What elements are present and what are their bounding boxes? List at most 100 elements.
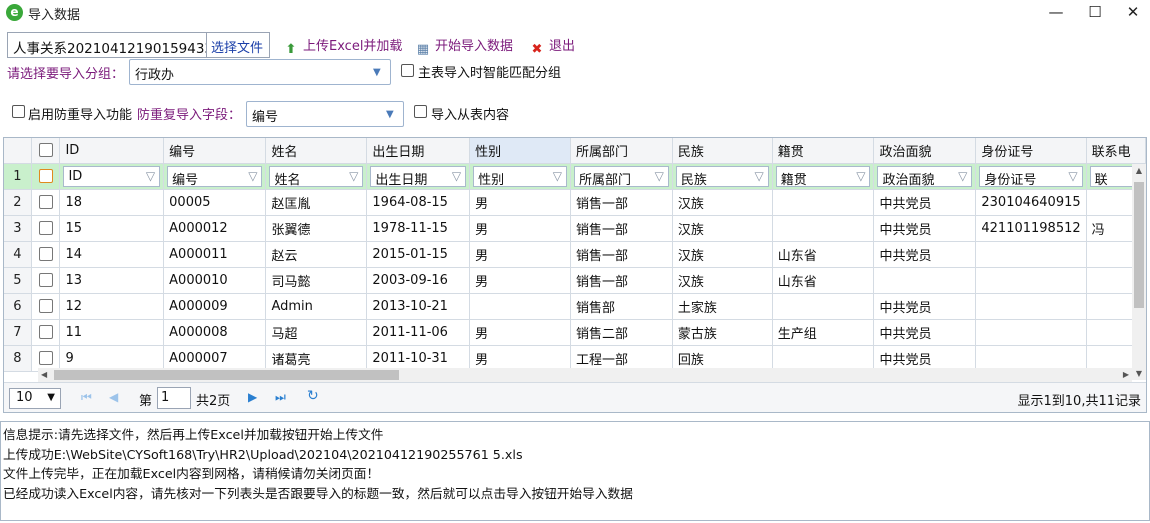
close-button[interactable]: ✕ bbox=[1116, 0, 1150, 26]
row-checkbox[interactable] bbox=[38, 299, 53, 313]
row-checkbox[interactable] bbox=[38, 273, 53, 287]
column-header[interactable]: 籍贯 bbox=[772, 138, 875, 164]
row-checkbox[interactable] bbox=[38, 247, 53, 261]
table-cell: 马超 bbox=[265, 319, 368, 346]
filter-cell: 性别 ▽ bbox=[469, 163, 571, 190]
scroll-down-icon[interactable]: ▼ bbox=[1132, 369, 1146, 378]
table-row[interactable]: 6 12 A000009 Admin 2013-10-21 销售部 土家族 中共党员 bbox=[4, 293, 1146, 320]
data-grid[interactable]: ID 编号 姓名 出生日期 性别 所属部门 民族 籍贯 政治面貌 身份证号 联系电 1 ID ▽ 编号 ▽… bbox=[3, 137, 1147, 413]
row-select-cell[interactable] bbox=[31, 319, 61, 346]
next-page-icon[interactable]: ▶ bbox=[248, 390, 257, 404]
filter-input[interactable]: 籍贯 ▽ bbox=[775, 165, 871, 188]
minimize-button[interactable]: — bbox=[1039, 0, 1073, 26]
column-header[interactable]: 联系电 bbox=[1086, 138, 1146, 164]
filter-funnel-icon[interactable]: ▽ bbox=[958, 169, 967, 183]
horizontal-scrollbar[interactable]: ◀ ▶ bbox=[38, 368, 1132, 382]
vertical-scrollbar[interactable]: ▲ ▼ bbox=[1132, 164, 1146, 380]
dedupe-field-select[interactable]: 编号 ▼ bbox=[246, 101, 404, 127]
filter-funnel-icon[interactable]: ▽ bbox=[755, 169, 764, 183]
choose-file-button[interactable]: 选择文件 bbox=[207, 32, 270, 58]
column-header[interactable]: 身份证号 bbox=[975, 138, 1087, 164]
table-row[interactable]: 5 13 A000010 司马懿 2003-09-16 男销售一部 汉族 山东省 bbox=[4, 267, 1146, 294]
column-header[interactable]: 出生日期 bbox=[366, 138, 471, 164]
upload-excel-button[interactable]: ⬆ 上传Excel并加载 bbox=[283, 35, 403, 57]
filter-funnel-icon[interactable]: ▽ bbox=[1068, 169, 1077, 183]
column-header[interactable]: 编号 bbox=[163, 138, 267, 164]
vertical-scroll-thumb[interactable] bbox=[1134, 182, 1144, 308]
table-row[interactable]: 3 15 A000012 张翼德 1978-11-15 男销售一部 汉族 中共党员 421101… bbox=[4, 215, 1146, 242]
filter-funnel-icon[interactable]: ▽ bbox=[553, 169, 562, 183]
column-header[interactable]: 民族 bbox=[672, 138, 773, 164]
column-header[interactable]: 政治面貌 bbox=[873, 138, 977, 164]
column-header[interactable]: 所属部门 bbox=[570, 138, 673, 164]
file-path-field[interactable]: 人事关系20210412190159433.xls bbox=[7, 32, 207, 58]
filter-funnel-icon[interactable]: ▽ bbox=[248, 169, 257, 183]
table-cell: 00005 bbox=[163, 189, 267, 216]
first-page-icon[interactable]: ⏮ bbox=[81, 390, 92, 405]
upload-excel-label: 上传Excel并加载 bbox=[303, 39, 403, 54]
filter-input[interactable]: 编号 ▽ bbox=[167, 165, 263, 188]
scroll-right-icon[interactable]: ▶ bbox=[1123, 368, 1129, 382]
column-header[interactable]: ID bbox=[59, 138, 165, 164]
scroll-left-icon[interactable]: ◀ bbox=[41, 368, 47, 382]
maximize-button[interactable]: ☐ bbox=[1078, 0, 1112, 26]
enable-dedupe-checkbox[interactable] bbox=[12, 105, 25, 118]
row-number: 3 bbox=[4, 215, 32, 242]
filter-input[interactable]: 所属部门 ▽ bbox=[573, 165, 669, 188]
import-sub-table-label: 导入从表内容 bbox=[431, 108, 510, 123]
start-import-button[interactable]: ▦ 开始导入数据 bbox=[415, 35, 513, 57]
horizontal-scroll-thumb[interactable] bbox=[54, 370, 399, 380]
group-select[interactable]: 行政办 ▼ bbox=[129, 59, 391, 85]
table-cell bbox=[772, 215, 875, 242]
row-checkbox[interactable] bbox=[38, 169, 53, 183]
refresh-icon[interactable]: ↻ bbox=[307, 388, 319, 404]
filter-input[interactable]: 出生日期 ▽ bbox=[370, 165, 467, 188]
filter-input[interactable]: 姓名 ▽ bbox=[269, 165, 364, 188]
app-icon: e bbox=[6, 4, 23, 21]
row-select-cell[interactable] bbox=[31, 293, 61, 320]
page-size-select[interactable]: 10 ▼ bbox=[9, 388, 61, 409]
filter-cell: 姓名 ▽ bbox=[265, 163, 368, 190]
table-cell: A000009 bbox=[163, 293, 267, 320]
row-checkbox[interactable] bbox=[38, 325, 53, 339]
filter-input[interactable]: 政治面貌 ▽ bbox=[877, 165, 973, 188]
filter-input[interactable]: 身份证号 ▽ bbox=[979, 165, 1083, 188]
chevron-down-icon: ▼ bbox=[373, 67, 381, 78]
row-select-cell[interactable] bbox=[31, 215, 61, 242]
row-checkbox[interactable] bbox=[38, 351, 53, 365]
table-cell: 中共党员 bbox=[873, 319, 977, 346]
row-checkbox[interactable] bbox=[38, 221, 53, 235]
table-row[interactable]: 7 11 A000008 马超 2011-11-06 男销售二部 蒙古族 生产组 中共党员 bbox=[4, 319, 1146, 346]
table-cell bbox=[975, 267, 1087, 294]
filter-input[interactable]: 民族 ▽ bbox=[675, 165, 769, 188]
page-prefix: 第 bbox=[139, 394, 153, 409]
column-header[interactable]: 性别 bbox=[469, 138, 571, 164]
row-select-cell[interactable] bbox=[31, 163, 61, 190]
filter-input[interactable]: 性别 ▽ bbox=[473, 165, 567, 188]
row-checkbox[interactable] bbox=[38, 195, 53, 209]
filter-funnel-icon[interactable]: ▽ bbox=[856, 169, 865, 183]
row-select-cell[interactable] bbox=[31, 267, 61, 294]
filter-value: 政治面貌 bbox=[882, 172, 935, 188]
row-select-cell[interactable] bbox=[31, 241, 61, 268]
row-select-cell[interactable] bbox=[31, 189, 61, 216]
last-page-icon[interactable]: ⏭ bbox=[275, 390, 286, 405]
import-sub-table-checkbox[interactable] bbox=[414, 105, 427, 118]
prev-page-icon[interactable]: ◀ bbox=[109, 390, 118, 404]
message-log[interactable]: 信息提示:请先选择文件，然后再上传Excel并加载按钮开始上传文件 上传成功E:\… bbox=[0, 421, 1150, 521]
filter-funnel-icon[interactable]: ▽ bbox=[349, 169, 358, 183]
filter-funnel-icon[interactable]: ▽ bbox=[452, 169, 461, 183]
filter-funnel-icon[interactable]: ▽ bbox=[146, 169, 155, 183]
exit-button[interactable]: ✖ 退出 bbox=[529, 35, 575, 57]
filter-funnel-icon[interactable]: ▽ bbox=[655, 169, 664, 183]
select-all-header[interactable] bbox=[31, 138, 61, 164]
column-header[interactable]: 姓名 bbox=[265, 138, 368, 164]
table-row[interactable]: 2 18 00005 赵匡胤 1964-08-15 男销售一部 汉族 中共党员 23010464… bbox=[4, 189, 1146, 216]
scroll-up-icon[interactable]: ▲ bbox=[1132, 166, 1146, 175]
smart-match-checkbox[interactable] bbox=[401, 64, 414, 77]
select-all-checkbox[interactable] bbox=[38, 143, 53, 158]
table-cell: 赵匡胤 bbox=[265, 189, 368, 216]
page-number-input[interactable]: 1 bbox=[157, 387, 191, 409]
table-row[interactable]: 4 14 A000011 赵云 2015-01-15 男销售一部 汉族 山东省 中共党员 bbox=[4, 241, 1146, 268]
filter-input[interactable]: ID ▽ bbox=[63, 165, 161, 187]
